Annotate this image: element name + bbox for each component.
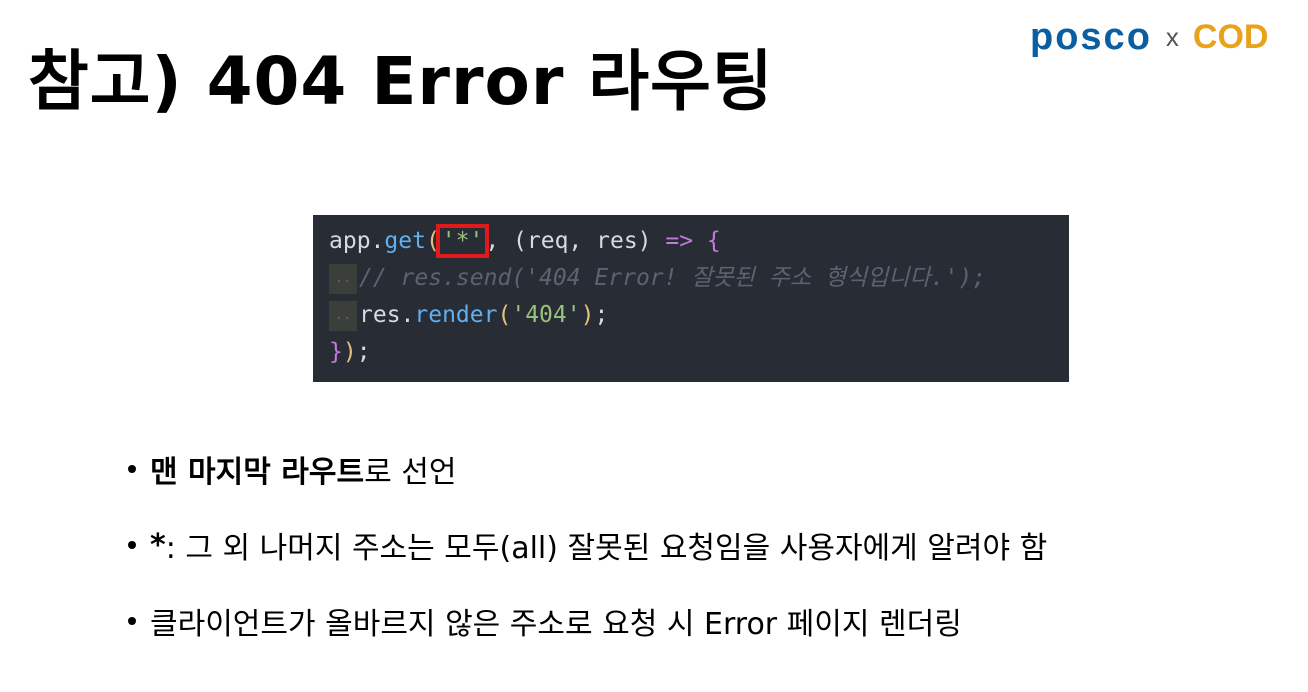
code-token: ) [342, 339, 357, 365]
code-token: ; [594, 302, 609, 328]
code-token: res. [359, 302, 415, 328]
code-line-3: ·· res.render('404'); [329, 297, 1069, 334]
code-token: ( [497, 302, 512, 328]
code-token: app. [329, 228, 385, 254]
bullet-text: : 그 외 나머지 주소는 모두(all) 잘못된 요청임을 사용자에게 알려야… [165, 531, 1048, 566]
posco-codingon-logo: posco x COD [1030, 16, 1268, 59]
indent-guide: ·· [329, 300, 357, 331]
code-token: render [414, 302, 498, 328]
code-line-4: }); [329, 334, 1069, 371]
bullet-dot-icon [128, 617, 136, 625]
code-token: { [693, 228, 721, 254]
logo-posco-text: posco [1030, 16, 1152, 58]
logo-cod-text: COD [1192, 18, 1269, 56]
logo-separator: x [1165, 22, 1179, 52]
bullet-list: 맨 마지막 라우트 로 선언 * : 그 외 나머지 주소는 모두(all) 잘못… [128, 450, 1298, 678]
code-line-2: ··// res.send('404 Error! 잘못된 주소 형식입니다.'… [329, 260, 1069, 297]
bullet-bold-text: 맨 마지막 라우트 [150, 455, 365, 490]
bullet-dot-icon [128, 465, 136, 473]
bullet-dot-icon [128, 541, 136, 549]
code-token: ( [425, 228, 440, 254]
code-snippet: app.get('*', (req, res) => { ··// res.se… [313, 215, 1069, 382]
bullet-item: * : 그 외 나머지 주소는 모두(all) 잘못된 요청임을 사용자에게 알… [128, 526, 1298, 566]
slide-title: 참고) 404 Error 라우팅 [28, 43, 774, 120]
code-token: => [665, 228, 694, 254]
bullet-text: 로 선언 [364, 455, 457, 490]
bullet-text: 클라이언트가 올바르지 않은 주소로 요청 시 Error 페이지 렌더링 [150, 607, 962, 642]
bullet-item: 맨 마지막 라우트 로 선언 [128, 450, 1298, 490]
code-line-1: app.get('*', (req, res) => { [329, 223, 1069, 260]
code-token: } [329, 339, 343, 365]
bullet-item: 클라이언트가 올바르지 않은 주소로 요청 시 Error 페이지 렌더링 [128, 602, 1298, 642]
indent-guide: ·· [329, 263, 357, 294]
code-token: get [384, 228, 426, 254]
code-token: ; [356, 339, 371, 365]
code-comment: // res.send('404 Error! 잘못된 주소 형식입니다.'); [359, 265, 987, 291]
code-token: '404' [511, 302, 581, 328]
bullet-bold-text: * [150, 527, 166, 563]
code-token: ) [580, 302, 595, 328]
code-token: , (req, res) [485, 228, 666, 254]
wildcard-highlight: '*' [435, 224, 490, 258]
